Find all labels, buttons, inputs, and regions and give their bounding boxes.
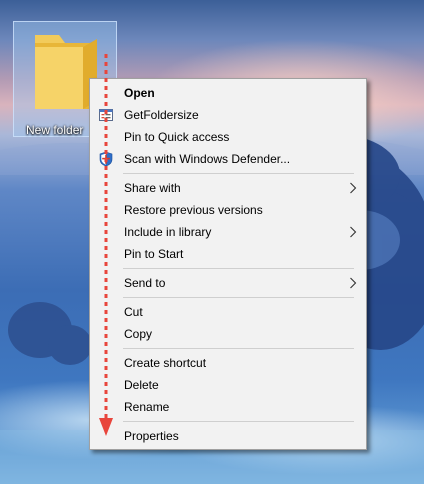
menu-item-share-with[interactable]: Share with bbox=[91, 177, 365, 199]
menu-item-rename[interactable]: Rename bbox=[91, 396, 365, 418]
menu-item-pin-to-start[interactable]: Pin to Start bbox=[91, 243, 365, 265]
menu-item-label: Pin to Quick access bbox=[124, 130, 230, 144]
folder-name-label: New folder bbox=[26, 123, 84, 137]
menu-item-getfoldersize[interactable]: GetFoldersize bbox=[91, 104, 365, 126]
menu-item-label: Open bbox=[124, 86, 155, 100]
menu-separator bbox=[123, 268, 354, 269]
menu-item-label: GetFoldersize bbox=[124, 108, 199, 122]
menu-item-label: Include in library bbox=[124, 225, 212, 239]
chevron-right-icon bbox=[350, 182, 357, 194]
chevron-right-icon bbox=[350, 277, 357, 289]
context-menu: Open GetFoldersize Pin to Quick access S… bbox=[89, 78, 367, 450]
menu-item-label: Pin to Start bbox=[124, 247, 184, 261]
menu-item-restore-previous-versions[interactable]: Restore previous versions bbox=[91, 199, 365, 221]
menu-item-label: Delete bbox=[124, 378, 159, 392]
menu-separator bbox=[123, 348, 354, 349]
menu-item-properties[interactable]: Properties bbox=[91, 425, 365, 447]
chevron-right-icon bbox=[350, 226, 357, 238]
red-dashed-down-arrow-icon bbox=[99, 54, 113, 436]
menu-item-label: Rename bbox=[124, 400, 170, 414]
menu-item-copy[interactable]: Copy bbox=[91, 323, 365, 345]
menu-item-pin-quick-access[interactable]: Pin to Quick access bbox=[91, 126, 365, 148]
menu-item-cut[interactable]: Cut bbox=[91, 301, 365, 323]
menu-separator bbox=[123, 297, 354, 298]
menu-item-delete[interactable]: Delete bbox=[91, 374, 365, 396]
menu-separator bbox=[123, 173, 354, 174]
menu-item-scan-defender[interactable]: Scan with Windows Defender... bbox=[91, 148, 365, 170]
menu-item-label: Send to bbox=[124, 276, 166, 290]
menu-item-label: Scan with Windows Defender... bbox=[124, 152, 291, 166]
menu-item-label: Properties bbox=[124, 429, 179, 443]
menu-item-open[interactable]: Open bbox=[91, 82, 365, 104]
menu-item-label: Share with bbox=[124, 181, 181, 195]
menu-separator bbox=[123, 421, 354, 422]
menu-item-include-in-library[interactable]: Include in library bbox=[91, 221, 365, 243]
menu-item-label: Copy bbox=[124, 327, 153, 341]
menu-item-create-shortcut[interactable]: Create shortcut bbox=[91, 352, 365, 374]
menu-item-label: Cut bbox=[124, 305, 143, 319]
menu-item-send-to[interactable]: Send to bbox=[91, 272, 365, 294]
menu-item-label: Restore previous versions bbox=[124, 203, 263, 217]
menu-item-label: Create shortcut bbox=[124, 356, 207, 370]
